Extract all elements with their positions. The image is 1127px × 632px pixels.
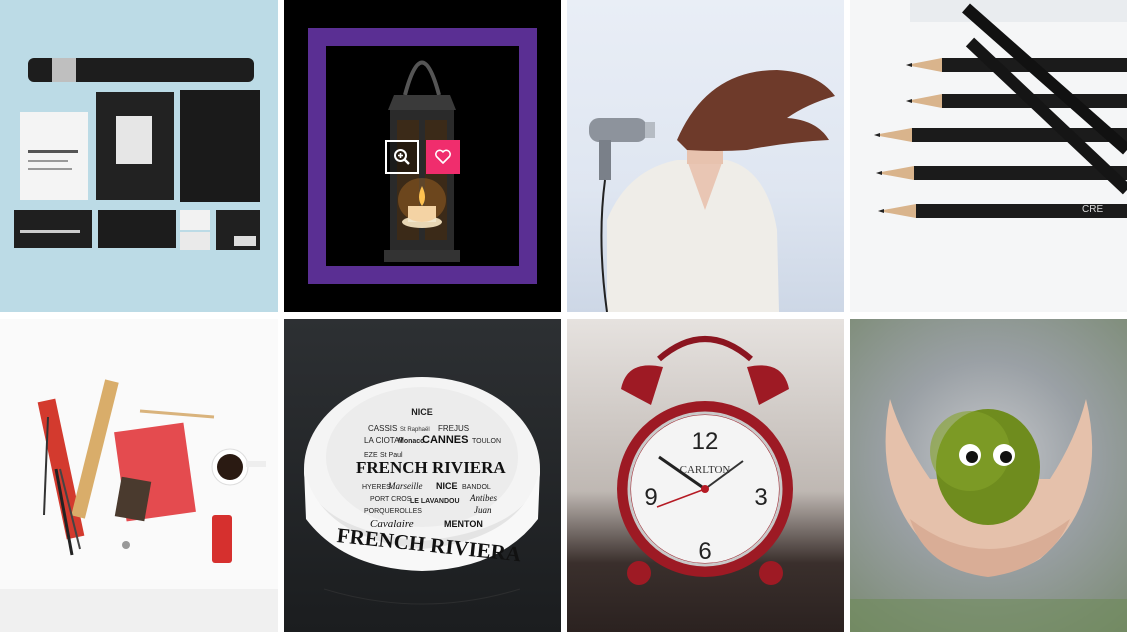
stationery-image	[14, 58, 260, 250]
clock-number-3: 3	[754, 484, 767, 511]
ashtray-image: NICE CASSIS St Raphaël FREJUS LA CIOTAT …	[304, 377, 540, 605]
ashtray-town-text: CANNES	[422, 434, 468, 446]
hairdryer-image	[589, 70, 835, 312]
ashtray-town-text: HYERES	[362, 484, 391, 491]
like-button[interactable]	[426, 140, 460, 174]
ashtray-town-text: FREJUS	[438, 424, 469, 433]
alarm-clock-image: 12 3 6 9 CARLTON	[617, 336, 793, 585]
ashtray-town-text: BANDOL	[462, 484, 491, 491]
ashtray-town-text: Marseille	[387, 481, 423, 491]
gallery-tile-desk-supplies[interactable]	[0, 319, 278, 632]
ashtray-town-text: NICE	[436, 481, 458, 491]
clock-brand-text: CARLTON	[680, 464, 731, 476]
ashtray-town-text: Monaco	[398, 438, 424, 445]
ashtray-town-text: St Raphaël	[400, 427, 430, 433]
ashtray-town-text: PORQUEROLLES	[364, 508, 422, 515]
hover-overlay-frame	[308, 28, 537, 284]
zoom-in-icon	[394, 149, 410, 165]
gallery-tile-ashtray[interactable]: NICE CASSIS St Raphaël FREJUS LA CIOTAT …	[284, 319, 561, 632]
heart-icon	[435, 149, 451, 164]
ashtray-rim-text: FRENCH RIVIERA	[356, 458, 506, 477]
ashtray-town-text: TOULON	[472, 438, 501, 445]
desk-supplies-image	[0, 379, 278, 632]
clock-number-12: 12	[692, 428, 719, 455]
gallery-tile-lantern[interactable]	[284, 0, 561, 312]
gallery-tile-alarm-clock[interactable]: 12 3 6 9 CARLTON	[567, 319, 844, 632]
clock-number-6: 6	[698, 538, 711, 565]
ashtray-town-text: CASSIS	[368, 424, 397, 433]
clock-number-9: 9	[644, 484, 657, 511]
gallery-tile-pencils[interactable]: CRE	[850, 0, 1127, 312]
ashtray-town-text: Antibes	[469, 493, 497, 503]
ashtray-town-text: PORT CROS	[370, 496, 412, 503]
moss-creature-image	[850, 399, 1127, 632]
ashtray-town-text: MENTON	[444, 519, 483, 529]
gallery-tile-stationery[interactable]	[0, 0, 278, 312]
pencil-brand-text: CRE	[1082, 204, 1103, 215]
ashtray-town-text: LE LAVANDOU	[410, 498, 460, 505]
ashtray-town-text: NICE	[411, 407, 433, 417]
ashtray-town-text: Juan	[474, 505, 492, 515]
image-gallery-grid: CRE NICE CASSIS St Raphaël FREJUS LA CIO…	[0, 0, 1127, 632]
gallery-tile-moss-creature[interactable]	[850, 319, 1127, 632]
pencils-image: CRE	[874, 0, 1127, 218]
zoom-button[interactable]	[385, 140, 419, 174]
gallery-tile-hairdryer[interactable]	[567, 0, 844, 312]
